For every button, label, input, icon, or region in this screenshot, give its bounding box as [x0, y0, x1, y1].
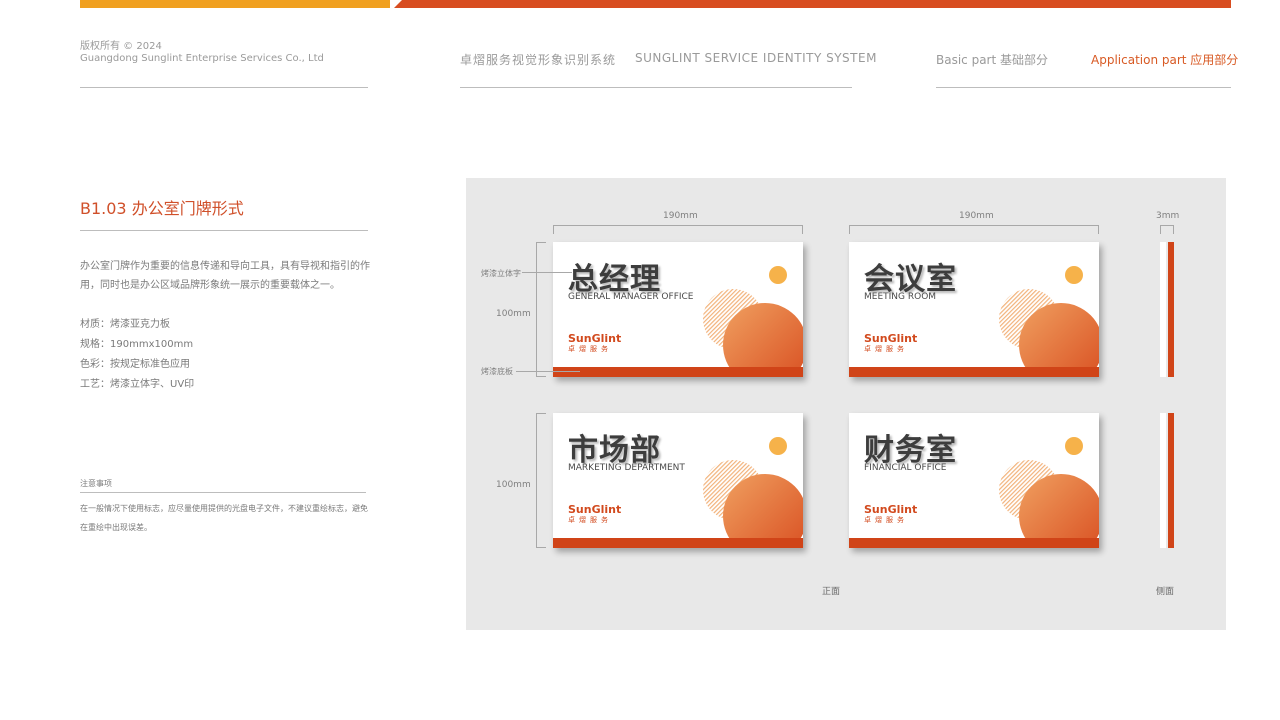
side-view-edge: [1168, 242, 1174, 377]
height-tick: [536, 242, 546, 243]
side-view-plate-1: [1160, 242, 1174, 377]
decorative-circles-graphic: [703, 437, 803, 548]
door-plate-meeting-room: 会议室 MEETING ROOM SunGlint 卓熠服务: [849, 242, 1099, 377]
width-tick: [802, 225, 803, 234]
thickness-dimension-label: 3mm: [1156, 211, 1180, 221]
caption-side-view: 侧面: [1156, 587, 1175, 597]
callout-3d-text-leader: [522, 272, 572, 273]
sunglint-logo-cn: 卓熠服务: [568, 345, 612, 353]
section-description: 办公室门牌作为重要的信息传递和导向工具，具有导视和指引的作用，同时也是办公区域品…: [80, 261, 370, 291]
plate-subtitle: FINANCIAL OFFICE: [864, 463, 947, 473]
callout-3d-text: 烤漆立体字: [481, 269, 521, 278]
height-tick: [536, 547, 546, 548]
door-plate-marketing: 市场部 MARKETING DEPARTMENT SunGlint 卓熠服务: [553, 413, 803, 548]
width-tick: [1098, 225, 1099, 234]
plate-base: [849, 538, 1099, 548]
height-dimension-line-1: [536, 242, 537, 377]
note-divider: [80, 492, 366, 493]
top-bar-orange: [394, 0, 1231, 8]
sunglint-logo-cn: 卓熠服务: [864, 516, 908, 524]
side-view-plate-2: [1160, 413, 1174, 548]
top-bar-yellow: [80, 0, 390, 8]
width-tick: [849, 225, 850, 234]
header-divider-left: [80, 87, 368, 88]
callout-base-plate: 烤漆底板: [481, 367, 513, 376]
system-title-en: SUNGLINT SERVICE IDENTITY SYSTEM: [635, 51, 877, 65]
spec-craft: 工艺：烤漆立体字、UV印: [80, 379, 195, 390]
spec-list: 材质：烤漆亚克力板 规格：190mmx100mm 色彩：按规定标准色应用 工艺：…: [80, 315, 194, 395]
company-name: Guangdong Sunglint Enterprise Services C…: [80, 53, 324, 64]
callout-base-plate-leader: [516, 371, 580, 372]
decorative-circles-graphic: [999, 266, 1099, 377]
height-dimension-label-2: 100mm: [496, 480, 531, 490]
sunglint-logo-cn: 卓熠服务: [568, 516, 612, 524]
nav-basic-part[interactable]: Basic part 基础部分: [936, 51, 1048, 68]
height-dimension-line-2: [536, 413, 537, 548]
note-text: 在一般情况下使用标志，应尽量使用提供的光盘电子文件，不建议重绘标志，避免在重绘中…: [80, 504, 368, 532]
plate-subtitle: MARKETING DEPARTMENT: [568, 463, 685, 473]
door-plate-finance: 财务室 FINANCIAL OFFICE SunGlint 卓熠服务: [849, 413, 1099, 548]
plate-base: [553, 538, 803, 548]
door-plate-general-manager: 总经理 GENERAL MANAGER OFFICE SunGlint 卓熠服务: [553, 242, 803, 377]
caption-front-view: 正面: [822, 587, 841, 597]
sunglint-logo-cn: 卓熠服务: [864, 345, 908, 353]
plate-subtitle: MEETING ROOM: [864, 292, 937, 302]
thickness-tick: [1160, 225, 1161, 234]
decorative-circles-graphic: [703, 266, 803, 377]
section-divider: [80, 230, 368, 231]
height-dimension-label-1: 100mm: [496, 309, 531, 319]
width-dimension-label-1: 190mm: [663, 211, 698, 221]
width-dimension-line-2: [849, 225, 1099, 226]
plate-base: [849, 367, 1099, 377]
side-view-face: [1160, 242, 1166, 377]
height-tick: [536, 376, 546, 377]
note-title: 注意事项: [80, 479, 112, 488]
side-view-face: [1160, 413, 1166, 548]
spec-material: 材质：烤漆亚克力板: [80, 319, 170, 330]
width-tick: [553, 225, 554, 234]
width-dimension-label-2: 190mm: [959, 211, 994, 221]
thickness-dimension-line: [1160, 225, 1174, 226]
spec-color: 色彩：按规定标准色应用: [80, 359, 190, 370]
section-title: B1.03 办公室门牌形式: [80, 199, 244, 218]
plate-base: [553, 367, 803, 377]
height-tick: [536, 413, 546, 414]
decorative-circles-graphic: [999, 437, 1099, 548]
side-view-edge: [1168, 413, 1174, 548]
system-title-cn: 卓熠服务视觉形象识别系统: [460, 53, 617, 67]
thickness-tick: [1173, 225, 1174, 234]
spec-size: 规格：190mmx100mm: [80, 339, 194, 350]
header-divider-right: [936, 87, 1231, 88]
width-dimension-line-1: [553, 225, 803, 226]
nav-application-part[interactable]: Application part 应用部分: [1091, 51, 1238, 68]
header-divider-center: [460, 87, 852, 88]
